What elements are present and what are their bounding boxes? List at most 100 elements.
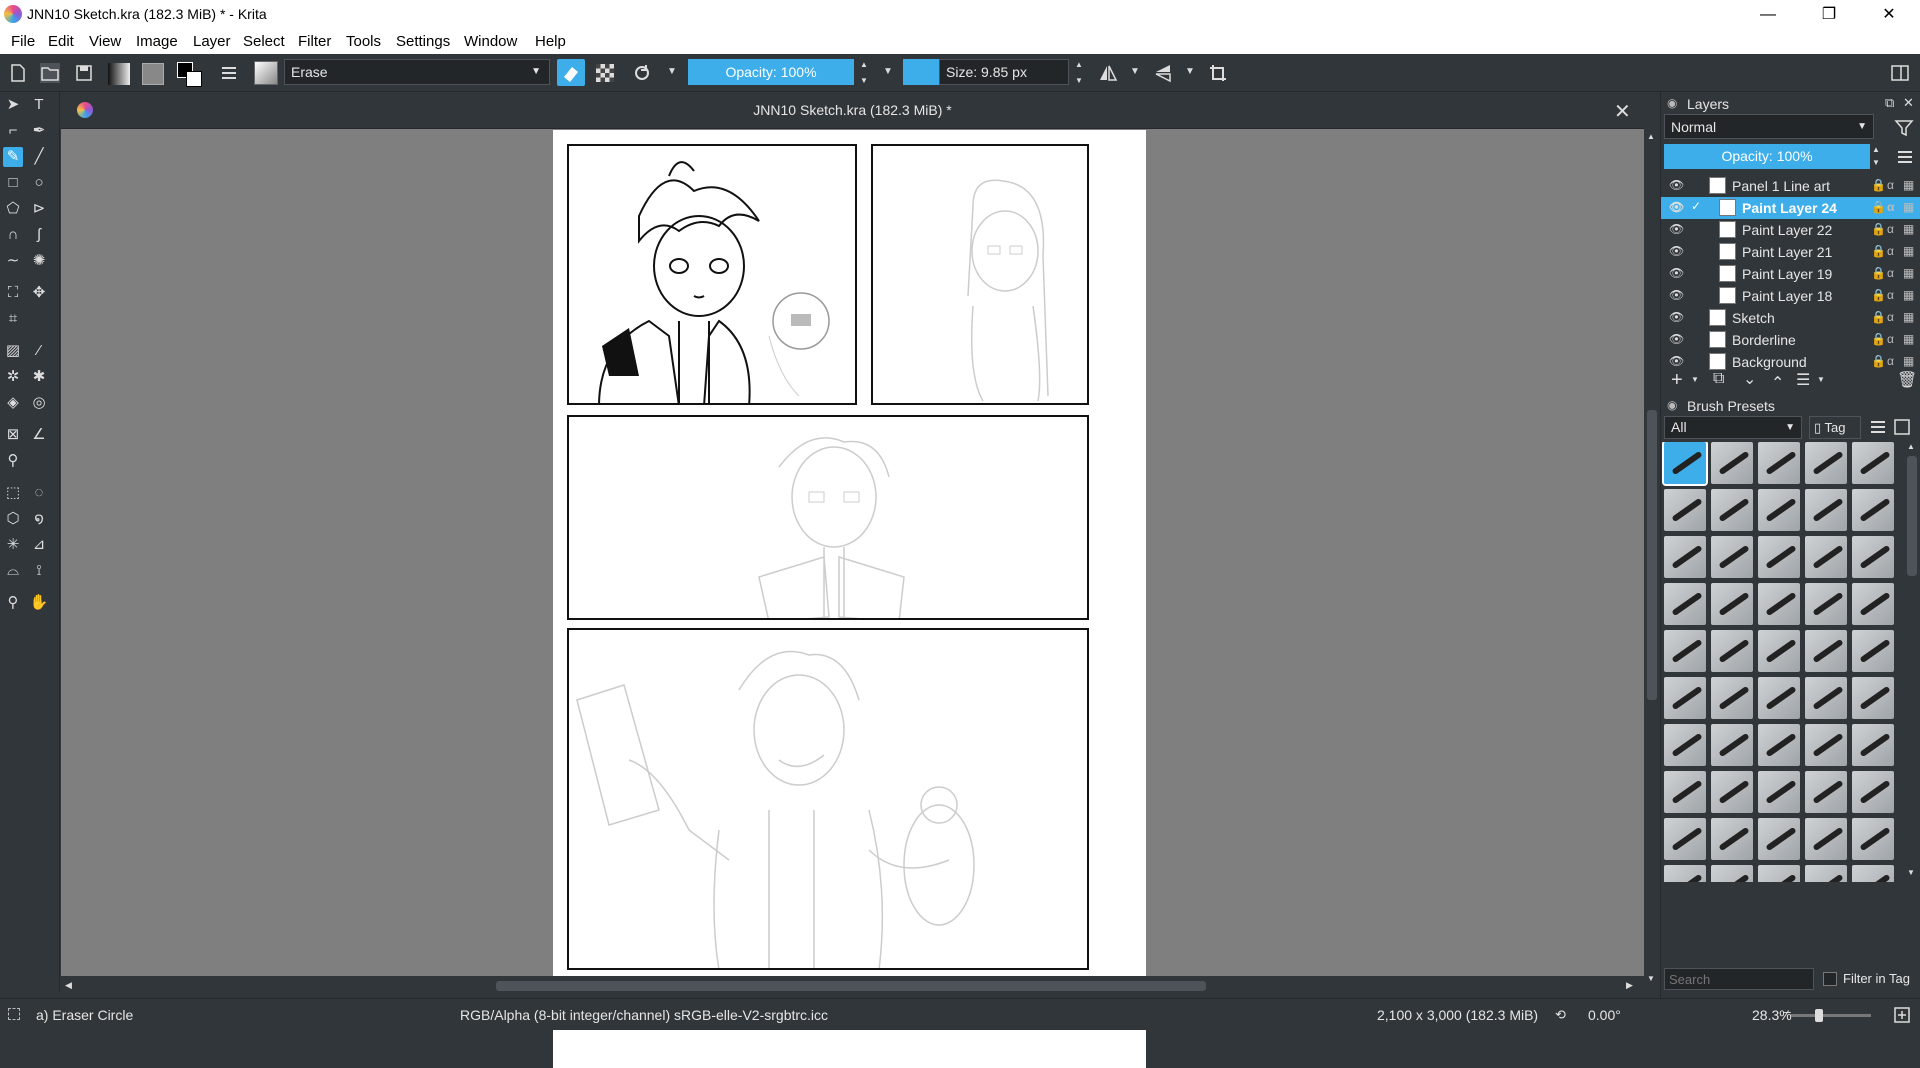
transform-tool-icon[interactable]: ⛶ bbox=[3, 283, 23, 303]
pattern-preset-icon[interactable] bbox=[142, 63, 164, 85]
brush-preset-tile[interactable] bbox=[1852, 630, 1894, 672]
brush-preset-tile[interactable] bbox=[1852, 442, 1894, 484]
visibility-eye-icon[interactable]: 👁 bbox=[1669, 310, 1684, 324]
scrollbar-thumb[interactable] bbox=[1907, 456, 1917, 576]
layer-check-icon[interactable] bbox=[1691, 177, 1705, 191]
brush-preset-tile[interactable] bbox=[1805, 865, 1847, 882]
contiguous-selection-tool-icon[interactable]: ✳ bbox=[3, 535, 23, 555]
chevron-down-icon[interactable]: ▼ bbox=[667, 66, 677, 77]
layer-blend-mode-select[interactable]: Normal ▼ bbox=[1664, 114, 1874, 139]
scroll-right-icon[interactable]: ▶ bbox=[1626, 980, 1633, 991]
docker-float-icon[interactable]: ◉ bbox=[1667, 96, 1677, 110]
alpha-lock-icon[interactable]: α bbox=[1887, 244, 1894, 258]
image-dimensions-label[interactable]: 2,100 x 3,000 (182.3 MiB) bbox=[1377, 1007, 1538, 1023]
brush-preset-tile[interactable] bbox=[1852, 771, 1894, 813]
menu-file[interactable]: File bbox=[11, 33, 35, 50]
move-tool-icon[interactable]: ✥ bbox=[29, 283, 49, 303]
brush-preset-tile[interactable] bbox=[1758, 724, 1800, 766]
background-color-swatch[interactable] bbox=[186, 71, 202, 87]
layer-check-icon[interactable] bbox=[1691, 287, 1705, 301]
fit-to-view-icon[interactable] bbox=[1893, 1006, 1911, 1024]
blend-mode-select[interactable]: Erase ▼ bbox=[284, 59, 550, 85]
brush-preset-tile[interactable] bbox=[1758, 489, 1800, 531]
measure-tool-icon[interactable]: ∠ bbox=[29, 425, 49, 445]
brush-preset-tile[interactable] bbox=[1852, 536, 1894, 578]
brush-preset-tile[interactable] bbox=[1805, 630, 1847, 672]
selection-status-icon[interactable] bbox=[8, 1008, 20, 1020]
gradient-preset-icon[interactable] bbox=[108, 63, 130, 85]
layer-opacity-slider[interactable]: Opacity: 100% bbox=[1664, 144, 1870, 169]
brush-view-mode-icon[interactable] bbox=[1893, 418, 1911, 436]
menu-tools[interactable]: Tools bbox=[346, 33, 381, 50]
brush-preset-tile[interactable] bbox=[1758, 818, 1800, 860]
chevron-down-icon[interactable]: ▼ bbox=[1185, 66, 1195, 77]
inherit-alpha-icon[interactable]: ▦ bbox=[1903, 332, 1914, 346]
add-layer-icon[interactable]: + bbox=[1671, 369, 1683, 392]
bezier-selection-tool-icon[interactable]: ⌓ bbox=[3, 561, 23, 581]
tag-button[interactable]: ▯ Tag bbox=[1809, 416, 1861, 439]
brush-preset-tile[interactable] bbox=[1711, 724, 1753, 766]
scroll-down-icon[interactable]: ▼ bbox=[1907, 868, 1915, 877]
lock-icon[interactable]: 🔒 bbox=[1871, 178, 1886, 192]
brush-preset-tile[interactable] bbox=[1711, 536, 1753, 578]
filter-icon[interactable] bbox=[1894, 118, 1914, 138]
brush-preset-tile[interactable] bbox=[1852, 489, 1894, 531]
bezier-curve-tool-icon[interactable]: ∩ bbox=[3, 225, 23, 245]
brush-preset-tile[interactable] bbox=[1664, 630, 1706, 672]
spin-up-icon[interactable]: ▲ bbox=[860, 60, 868, 69]
alpha-lock-icon[interactable]: α bbox=[1887, 178, 1894, 192]
menu-window[interactable]: Window bbox=[464, 33, 517, 50]
enclose-fill-tool-icon[interactable]: ◎ bbox=[29, 393, 49, 413]
layer-check-icon[interactable] bbox=[1691, 309, 1705, 323]
brush-preset-tile[interactable] bbox=[1805, 771, 1847, 813]
visibility-eye-icon[interactable]: 👁 bbox=[1669, 332, 1684, 346]
maximize-button[interactable]: ❐ bbox=[1806, 0, 1852, 29]
freehand-path-tool-icon[interactable]: ʃ bbox=[29, 225, 49, 245]
pan-tool-icon[interactable]: ✋ bbox=[29, 593, 49, 613]
layer-properties-icon[interactable]: ☰ bbox=[1796, 370, 1810, 390]
zoom-slider[interactable] bbox=[1791, 1009, 1871, 1022]
layer-check-icon[interactable] bbox=[1691, 265, 1705, 279]
brush-preset-tile[interactable] bbox=[1664, 818, 1706, 860]
brush-preset-tile[interactable] bbox=[1664, 536, 1706, 578]
select-shapes-tool-icon[interactable]: ➤ bbox=[3, 95, 23, 115]
close-document-button[interactable]: ✕ bbox=[1614, 99, 1631, 124]
inherit-alpha-icon[interactable]: ▦ bbox=[1903, 266, 1914, 280]
new-document-icon[interactable] bbox=[8, 63, 28, 83]
brush-preset-tile[interactable] bbox=[1852, 865, 1894, 882]
minimize-button[interactable]: — bbox=[1745, 0, 1791, 29]
docker-detach-icon[interactable]: ⧉ bbox=[1885, 95, 1894, 111]
close-window-button[interactable]: ✕ bbox=[1866, 0, 1912, 29]
duplicate-layer-icon[interactable]: ⧉ bbox=[1713, 370, 1724, 388]
brush-preset-tile[interactable] bbox=[1758, 442, 1800, 484]
brush-preset-tile[interactable] bbox=[1664, 677, 1706, 719]
menu-view[interactable]: View bbox=[89, 33, 121, 50]
spin-down-icon[interactable]: ▼ bbox=[1075, 76, 1083, 85]
rectangular-selection-tool-icon[interactable]: ⬚ bbox=[3, 483, 23, 503]
scroll-left-icon[interactable]: ◀ bbox=[65, 980, 72, 991]
brush-preset-tile[interactable] bbox=[1758, 536, 1800, 578]
menu-help[interactable]: Help bbox=[535, 33, 566, 50]
lock-icon[interactable]: 🔒 bbox=[1871, 222, 1886, 236]
scrollbar-thumb[interactable] bbox=[496, 981, 1206, 991]
brush-preset-tile[interactable] bbox=[1805, 583, 1847, 625]
lock-icon[interactable]: 🔒 bbox=[1871, 244, 1886, 258]
zoom-slider-handle[interactable] bbox=[1815, 1009, 1823, 1022]
delete-layer-icon[interactable]: 🗑 bbox=[1897, 370, 1917, 390]
inherit-alpha-icon[interactable]: ▦ bbox=[1903, 200, 1914, 214]
brush-preset-tile[interactable] bbox=[1711, 583, 1753, 625]
wrap-around-icon[interactable] bbox=[1208, 63, 1228, 83]
spin-down-icon[interactable]: ▼ bbox=[860, 76, 868, 85]
filter-in-tag-checkbox[interactable] bbox=[1823, 972, 1837, 986]
menu-image[interactable]: Image bbox=[136, 33, 178, 50]
mirror-horizontal-icon[interactable] bbox=[1098, 63, 1118, 83]
scroll-up-icon[interactable]: ▲ bbox=[1647, 132, 1655, 141]
brush-grid-scrollbar[interactable]: ▲ ▼ bbox=[1905, 442, 1919, 882]
brush-preset-tile[interactable] bbox=[1758, 771, 1800, 813]
brush-tag-filter-select[interactable]: All ▼ bbox=[1664, 416, 1802, 439]
smart-patch-tool-icon[interactable]: ✲ bbox=[3, 367, 23, 387]
gradient-tool-icon[interactable]: ▨ bbox=[3, 341, 23, 361]
multibrush-tool-icon[interactable]: ✺ bbox=[29, 251, 49, 271]
visibility-eye-icon[interactable]: 👁 bbox=[1669, 244, 1684, 258]
brush-preset-tile[interactable] bbox=[1805, 536, 1847, 578]
